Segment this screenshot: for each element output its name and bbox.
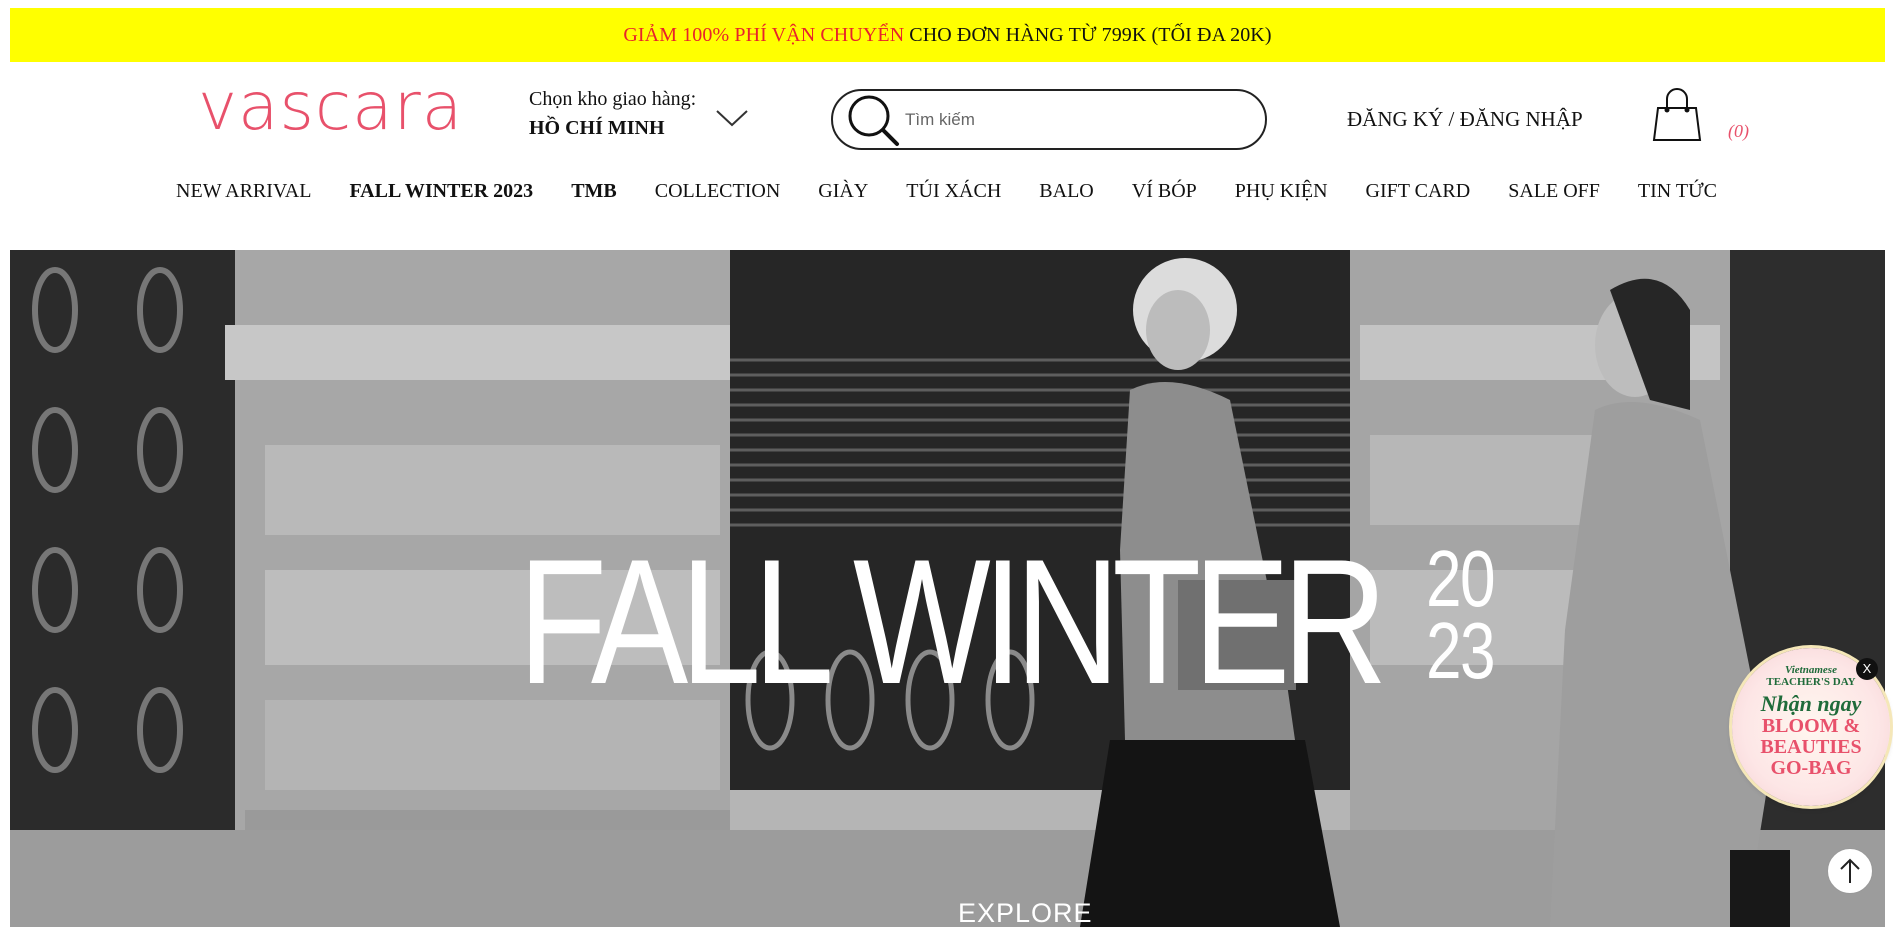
badge-line-4: BLOOM & — [1761, 715, 1861, 737]
warehouse-label: Chọn kho giao hàng: — [529, 88, 697, 110]
badge-line-5: BEAUTIES — [1760, 736, 1862, 758]
search-box[interactable] — [831, 89, 1267, 150]
explore-button[interactable]: EXPLORE — [958, 898, 1093, 927]
badge-close-button[interactable]: X — [1856, 658, 1878, 680]
search-input[interactable] — [903, 108, 1237, 131]
nav-item-tin-tuc[interactable]: TIN TỨC — [1638, 180, 1717, 203]
nav-item-phu-kien[interactable]: PHỤ KIỆN — [1235, 180, 1328, 203]
nav-item-giay[interactable]: GIÀY — [818, 180, 868, 203]
hero-year: 20 23 — [1426, 534, 1496, 695]
nav-item-fall-winter-2023[interactable]: FALL WINTER 2023 — [349, 180, 533, 203]
nav-item-vi-bop[interactable]: VÍ BÓP — [1132, 180, 1197, 203]
nav-item-new-arrival[interactable]: NEW ARRIVAL — [176, 180, 311, 203]
nav-item-balo[interactable]: BALO — [1039, 180, 1093, 203]
promo-text: CHO ĐƠN HÀNG TỪ 799K (TỐI ĐA 20K) — [909, 23, 1272, 46]
warehouse-value: HỒ CHÍ MINH — [529, 117, 665, 139]
search-icon[interactable] — [845, 92, 901, 148]
promo-bar: GIẢM 100% PHÍ VẬN CHUYỂN CHO ĐƠN HÀNG TỪ… — [10, 8, 1885, 62]
badge-line-6: GO-BAG — [1770, 757, 1852, 779]
login-register-link[interactable]: ĐĂNG KÝ / ĐĂNG NHẬP — [1347, 107, 1583, 132]
nav-item-sale-off[interactable]: SALE OFF — [1508, 180, 1600, 203]
nav-item-gift-card[interactable]: GIFT CARD — [1366, 180, 1471, 203]
hero-year-top: 20 — [1426, 534, 1496, 623]
logo[interactable]: vascara — [198, 74, 463, 140]
nav-item-tui-xach[interactable]: TÚI XÁCH — [906, 180, 1001, 203]
nav-item-tmb[interactable]: TMB — [571, 180, 617, 203]
shopping-bag-icon[interactable] — [1650, 86, 1704, 144]
warehouse-selector[interactable]: Chọn kho giao hàng: HỒ CHÍ MINH — [529, 88, 748, 140]
arrow-up-icon — [1840, 858, 1860, 883]
hero-year-bottom: 23 — [1426, 606, 1496, 695]
cart-count: (0) — [1728, 121, 1749, 141]
promo-highlight: GIẢM 100% PHÍ VẬN CHUYỂN — [623, 23, 905, 46]
badge-line-3: Nhận ngay — [1760, 691, 1862, 716]
hero-title: FALL WINTER — [518, 522, 1388, 721]
nav-item-collection[interactable]: COLLECTION — [655, 180, 781, 203]
hero-banner[interactable]: FALL WINTER 20 23 EXPLORE — [10, 250, 1885, 927]
main-nav: NEW ARRIVAL FALL WINTER 2023 TMB COLLECT… — [0, 180, 1893, 203]
back-to-top-button[interactable] — [1827, 848, 1873, 894]
chevron-down-icon[interactable] — [715, 108, 749, 128]
